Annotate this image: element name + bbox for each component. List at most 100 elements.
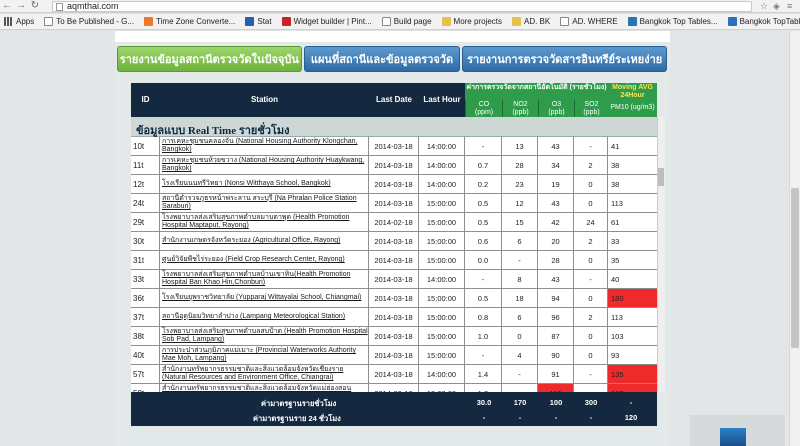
cell-co: - (465, 270, 502, 288)
cell-o3: 94 (538, 289, 574, 307)
cell-pm10: 113 (611, 312, 623, 322)
cell-station-link[interactable]: โรงพยาบาลส่งเสริมสุขภาพตำบลสบป้าด (Healt… (160, 327, 369, 345)
bookmark-apps[interactable]: Apps (4, 17, 34, 26)
cell-station-link[interactable]: สำนักงานเกษตรจังหวัดระยอง (Agricultural … (160, 232, 369, 250)
star-icon[interactable]: ☆ (760, 0, 768, 12)
cell-pm10: 103 (611, 331, 624, 341)
bookmark-item[interactable]: Widget builder | Pint... (281, 17, 372, 26)
cell-station-link[interactable]: โรงเรียนนนทรีวิทยา (Nonsi Witthaya Schoo… (160, 175, 369, 193)
page-icon (560, 17, 570, 26)
tab-current-report[interactable]: รายงานข้อมูลสถานีตรวจวัดในปัจจุบัน (117, 46, 302, 72)
cell-so2: 0 (574, 327, 608, 345)
cell-date: 2014-03-18 (369, 308, 419, 326)
cell-co: - (465, 346, 502, 364)
cell-id: 33t (131, 270, 160, 288)
cell-station-link[interactable]: โรงเรียนยุพราชวิทยาลัย (Yupparaj Wittaya… (160, 289, 369, 307)
cell-o3: 34 (538, 156, 574, 174)
col-o3: O3 (ppb) (538, 100, 574, 117)
cell-so2: 0 (574, 175, 608, 193)
cell-station-link[interactable]: โรงพยาบาลส่งเสริมสุขภาพตำบลบ้านเขาหิน(He… (160, 270, 369, 288)
table-row: 37t สถานีอุตุนิยมวิทยาลำปาง (Lampang Mete… (131, 308, 657, 327)
cell-o3: 110 (538, 384, 574, 392)
cell-station-link[interactable]: โรงพยาบาลส่งเสริมสุขภาพตำบลมาบตาพุด (Hea… (160, 213, 369, 231)
cell-date: 2014-03-18 (369, 346, 419, 364)
cell-no2: - (502, 365, 538, 383)
cell-station-link[interactable]: สถานีตำรวจภูธรหน้าพระลาน สระบุรี (Na Phr… (160, 194, 369, 212)
cell-so2: 0 (574, 194, 608, 212)
table-footer: ค่ามาตรฐานรายชั่วโมง ค่ามาตรฐานราย 24 ชั… (131, 392, 657, 426)
cell-hour: 15:00:00 (419, 308, 465, 326)
cell-hour: 15:00:00 (419, 213, 465, 231)
cell-id: 37t (131, 308, 160, 326)
bookmark-item[interactable]: Bangkok TopTables... (727, 17, 800, 26)
stat-icon (245, 17, 255, 26)
daily-co: - (482, 413, 486, 422)
page-icon (56, 3, 63, 11)
cell-pm10: 40 (611, 274, 620, 284)
tab-voc-report[interactable]: รายงานการตรวจวัดสารอินทรีย์ระเหยง่าย (462, 46, 667, 72)
col-station: Station (250, 95, 279, 104)
table-row: 10t การเคหะชุมชนคลองจั่น (National Housin… (131, 137, 657, 156)
bookmark-item[interactable]: Stat (245, 17, 272, 26)
cell-no2: 8 (502, 270, 538, 288)
cell-station-link[interactable]: สถานีอุตุนิยมวิทยาลำปาง (Lampang Meteoro… (160, 308, 369, 326)
cell-station-link[interactable]: สำนักงานทรัพยากรธรรมชาติและสิ่งแวดล้อมจั… (160, 365, 369, 383)
page-icon (44, 17, 54, 26)
bookmark-folder[interactable]: AD. BK (512, 17, 550, 26)
col-id: ID (141, 95, 150, 104)
cell-station-link[interactable]: การประปาส่วนภูมิภาคแม่เมาะ (Provincial W… (160, 346, 369, 364)
daily-no2: - (518, 413, 522, 422)
cell-hour: 14:00:00 (419, 156, 465, 174)
cell-hour: 15:00:00 (419, 194, 465, 212)
cell-date: 2014-03-18 (369, 327, 419, 345)
cell-id: 24t (131, 194, 160, 212)
col-so2: SO2 (ppb) (574, 100, 608, 117)
reload-icon[interactable]: ↻ (28, 0, 42, 12)
cell-no2: 23 (502, 175, 538, 193)
cell-pm10: 41 (611, 141, 620, 151)
cell-so2: 24 (574, 213, 608, 231)
address-bar[interactable]: aqmthai.com (52, 1, 752, 12)
hourly-standard-label: ค่ามาตรฐานรายชั่วโมง (261, 399, 337, 408)
cell-station-link[interactable]: ศูนย์วิจัยพืชไร่ระยอง (Field Crop Resear… (160, 251, 369, 269)
col-last-hour: Last Hour (423, 95, 461, 104)
cell-o3: 90 (538, 346, 574, 364)
cell-hour: 14:00:00 (419, 175, 465, 193)
cell-no2: - (502, 384, 538, 392)
bookmark-item[interactable]: Time Zone Converte... (144, 17, 235, 26)
cell-o3: 42 (538, 213, 574, 231)
menu-icon[interactable]: ≡ (787, 0, 792, 12)
cell-co: 0.5 (465, 289, 502, 307)
cell-o3: 28 (538, 251, 574, 269)
bookmark-item[interactable]: To Be Published - G... (44, 17, 134, 26)
cell-co: 1.2 (465, 384, 502, 392)
cell-station-link[interactable]: การเคหะชุมชนคลองจั่น (National Housing A… (160, 137, 369, 155)
cell-pm10: 35 (611, 255, 620, 265)
table-row: 40t การประปาส่วนภูมิภาคแม่เมาะ (Provincia… (131, 346, 657, 365)
tab-station-map[interactable]: แผนที่สถานีและข้อมูลตรวจวัด (303, 46, 461, 72)
page-scrollbar-thumb[interactable] (791, 188, 799, 348)
table-scrollbar-thumb[interactable] (658, 168, 664, 186)
cell-station-link[interactable]: การเคหะชุมชนห้วยขวาง (National Housing A… (160, 156, 369, 174)
cell-hour: 15:00:00 (419, 289, 465, 307)
table-row: 58tสำนักงานทรัพยากรธรรมชาติและสิ่งแวดล้อ… (131, 384, 657, 392)
bookmark-item[interactable]: Bangkok Top Tables... (627, 17, 718, 26)
cell-no2: 12 (502, 194, 538, 212)
bookmark-folder[interactable]: More projects (441, 17, 502, 26)
back-icon[interactable]: ← (0, 0, 14, 12)
cell-no2: 0 (502, 327, 538, 345)
table-scrollbar[interactable] (657, 117, 665, 392)
forward-icon[interactable]: → (14, 0, 28, 12)
cell-no2: 6 (502, 308, 538, 326)
cell-no2: 18 (502, 289, 538, 307)
daily-standard-label: ค่ามาตรฐานราย 24 ชั่วโมง (253, 414, 341, 423)
cell-station-link[interactable]: สำนักงานทรัพยากรธรรมชาติและสิ่งแวดล้อมจั… (160, 384, 369, 392)
col-last-date: Last Date (375, 95, 412, 104)
bookmark-item[interactable]: Build page (381, 17, 432, 26)
cell-hour: 13:00:00 (419, 384, 465, 392)
cell-hour: 14:00:00 (419, 137, 465, 155)
bookmark-item[interactable]: AD. WHERE (560, 17, 618, 26)
extension-icon[interactable]: ◈ (773, 0, 780, 12)
hourly-pm10: - (629, 398, 633, 407)
cell-so2: 0 (574, 251, 608, 269)
